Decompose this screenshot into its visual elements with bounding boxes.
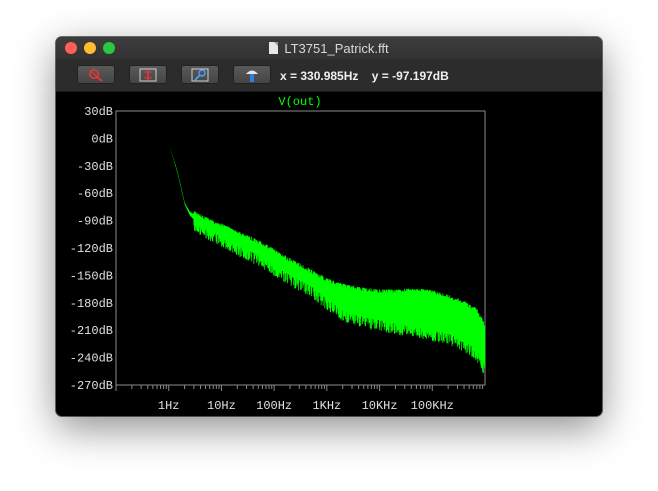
cursor-readout: x = 330.985Hz y = -97.197dB [280,69,449,83]
trace-noise [193,211,486,373]
y-tick-label: -270dB [70,379,113,393]
y-tick-label: -240dB [70,352,113,366]
y-tick-label: -150dB [70,269,113,283]
y-tick-label: -90dB [77,215,113,229]
x-tick-label: 1KHz [312,399,341,413]
zoom-in-button[interactable] [181,65,219,84]
y-tick-label: -30dB [77,160,113,174]
zoom-cancel-button[interactable] [77,65,115,84]
x-tick-label: 100KHz [411,399,454,413]
window-title: LT3751_Patrick.fft [284,40,389,56]
document-icon [269,42,279,54]
x-tick-label: 10KHz [362,399,398,413]
y-tick-label: -60dB [77,187,113,201]
chart-title: V(out) [278,95,321,109]
zoom-in-icon [191,68,209,81]
x-readout: x = 330.985Hz [280,69,359,83]
fft-window: LT3751_Patrick.fft x = 330.985Hz y = -97… [56,37,602,416]
autorange-y-button[interactable] [129,65,167,84]
pan-button[interactable] [233,65,271,84]
title-bar[interactable]: LT3751_Patrick.fft [56,37,602,59]
x-tick-label: 1Hz [158,399,180,413]
y-tick-label: -120dB [70,242,113,256]
window-title-group: LT3751_Patrick.fft [56,37,602,59]
magnifier-cancel-icon [89,68,103,82]
y-tick-label: -210dB [70,324,113,338]
x-tick-label: 10Hz [207,399,236,413]
y-tick-label: 30dB [84,105,113,119]
toolbar: x = 330.985Hz y = -97.197dB [56,59,602,92]
autorange-y-icon [139,68,157,81]
fft-plot[interactable]: V(out) 30dB 0dB -30dB -60dB -90dB -120dB -150d… [56,91,602,416]
y-tick-label: 0dB [91,132,113,146]
hand-pan-icon [246,70,258,82]
x-tick-label: 100Hz [256,399,292,413]
y-readout: y = -97.197dB [371,69,449,83]
y-tick-label: -180dB [70,297,113,311]
